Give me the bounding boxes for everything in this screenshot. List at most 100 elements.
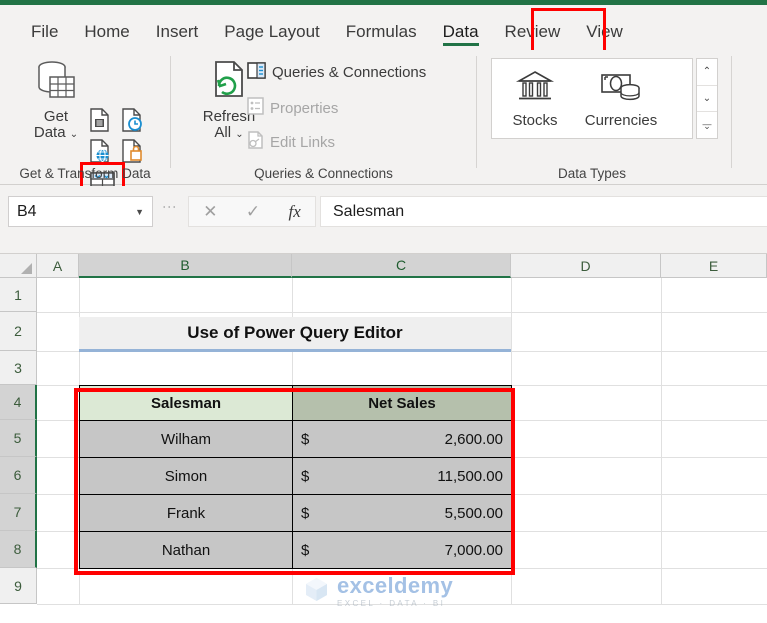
get-data-caret-icon: ⌄ (69, 129, 79, 140)
queries-and-connections-label: Queries & Connections (272, 64, 427, 81)
name-box-value: B4 (17, 202, 37, 220)
refresh-all-caret-icon: ⌄ (235, 129, 244, 140)
formula-bar-area: B4 ▼ ⋮ ✕ ✓ fx Salesman (0, 186, 767, 254)
edit-links-label: Edit Links (270, 133, 336, 151)
get-data-label-line1: Get (43, 108, 69, 125)
table-cell-salesman[interactable]: Nathan (79, 531, 293, 569)
row-header-7[interactable]: 7 (0, 494, 37, 531)
ribbon-tab-formulas[interactable]: Formulas (333, 23, 430, 50)
table-header-cell[interactable]: Net Sales (292, 385, 512, 421)
formula-input-value: Salesman (333, 202, 405, 220)
ribbon-tab-page-layout[interactable]: Page Layout (211, 23, 332, 50)
table-cell-salesman[interactable]: Wilham (79, 420, 293, 458)
gallery-more-icon[interactable]: — ⌄ (697, 112, 717, 138)
exceldemy-logo-icon (303, 576, 330, 608)
properties-label: Properties (270, 99, 339, 117)
get-data-button[interactable]: Get Data ⌄ (24, 58, 88, 143)
select-all-corner[interactable] (0, 254, 37, 278)
row-header-8[interactable]: 8 (0, 531, 37, 568)
column-header-E[interactable]: E (661, 254, 767, 278)
sheet-title-cell[interactable]: Use of Power Query Editor (79, 317, 511, 352)
row-header-5[interactable]: 5 (0, 420, 37, 457)
group-label-get-and-transform-data: Get & Transform Data (19, 166, 151, 181)
row-header-2[interactable]: 2 (0, 312, 37, 351)
row-header-6[interactable]: 6 (0, 457, 37, 494)
edit-links-icon (247, 131, 264, 153)
insert-function-icon[interactable]: fx (289, 202, 301, 222)
group-label-queries-and-connections: Queries & Connections (254, 166, 393, 181)
currencies-icon (599, 69, 643, 110)
ribbon-tab-file[interactable]: File (18, 23, 71, 50)
ribbon-tab-label: Review (504, 22, 561, 41)
table-cell-net-sales[interactable]: $7,000.00 (292, 531, 512, 569)
name-box-dropdown-icon[interactable]: ▼ (135, 207, 144, 217)
net-sales-amount: 2,600.00 (444, 430, 503, 448)
group-label-data-types: Data Types (557, 166, 627, 181)
currencies-label: Currencies (584, 111, 658, 129)
group-data-types: Stocks Currencies ⌃ ⌄ — ⌄ Data Types (486, 50, 767, 185)
net-sales-amount: 7,000.00 (444, 541, 503, 559)
ribbon-tab-label: Insert (155, 22, 199, 41)
gallery-scroll-up-icon[interactable]: ⌃ (697, 59, 717, 86)
group-queries-and-connections: Refresh All ⌄ Queries & Connections Prop… (171, 50, 477, 185)
row-header-9[interactable]: 9 (0, 568, 37, 604)
gridline-horizontal (37, 604, 767, 605)
active-tab-underline (442, 43, 479, 46)
currencies-data-type[interactable]: Currencies (578, 69, 664, 129)
stocks-data-type[interactable]: Stocks (492, 69, 578, 129)
stocks-label: Stocks (512, 111, 558, 129)
ribbon-tab-label: Data (442, 22, 479, 41)
table-cell-net-sales[interactable]: $2,600.00 (292, 420, 512, 458)
ribbon-tab-label: View (586, 22, 623, 41)
ribbon-tab-bar: File Home Insert Page Layout Formulas Data Rev… (0, 5, 767, 53)
stocks-icon (515, 69, 555, 110)
column-header-A[interactable]: A (37, 254, 79, 278)
ribbon-tab-label: Formulas (345, 22, 417, 41)
edit-links-button: Edit Links (247, 131, 335, 153)
ribbon-tab-home[interactable]: Home (71, 23, 142, 50)
refresh-all-icon (206, 58, 252, 109)
data-types-gallery-scrollbar[interactable]: ⌃ ⌄ — ⌄ (696, 58, 718, 139)
column-header-B[interactable]: B (79, 254, 292, 278)
enter-icon[interactable]: ✓ (246, 202, 260, 222)
row-header-1[interactable]: 1 (0, 278, 37, 312)
currency-symbol: $ (301, 504, 310, 522)
queries-and-connections-button[interactable]: Queries & Connections (247, 62, 426, 83)
ribbon: Get Data ⌄ Get & Transform Data Refresh … (0, 50, 767, 205)
table-cell-salesman[interactable]: Frank (79, 494, 293, 532)
ribbon-tab-insert[interactable]: Insert (143, 23, 212, 50)
column-header-C[interactable]: C (292, 254, 511, 278)
ribbon-tab-label: Page Layout (224, 22, 320, 41)
formula-bar-grip[interactable]: ⋮ (162, 200, 178, 214)
properties-icon (247, 97, 264, 119)
from-web-icon[interactable] (88, 138, 112, 169)
ribbon-tab-label: File (31, 22, 59, 41)
name-box[interactable]: B4 ▼ (8, 196, 153, 227)
gridline-horizontal (37, 312, 767, 313)
row-header-3[interactable]: 3 (0, 351, 37, 385)
net-sales-amount: 5,500.00 (444, 504, 503, 522)
table-cell-net-sales[interactable]: $11,500.00 (292, 457, 512, 495)
row-header-4[interactable]: 4 (0, 385, 37, 420)
table-header-cell[interactable]: Salesman (79, 385, 293, 421)
sheet-title-text: Use of Power Query Editor (187, 323, 403, 342)
column-header-D[interactable]: D (511, 254, 661, 278)
gallery-scroll-down-icon[interactable]: ⌄ (697, 86, 717, 113)
group-get-and-transform-data: Get Data ⌄ Get & Transform Data (0, 50, 171, 205)
cancel-icon[interactable]: ✕ (203, 202, 217, 222)
get-data-icon (33, 58, 79, 109)
formula-input[interactable]: Salesman (320, 196, 767, 227)
gridline-vertical (661, 278, 662, 604)
from-text-csv-icon[interactable] (88, 107, 112, 138)
ribbon-tab-data[interactable]: Data (430, 23, 492, 50)
spreadsheet-grid: ABCDE 123456789 Use of Power Query Edito… (0, 254, 767, 623)
from-recent-sources-icon[interactable] (120, 107, 144, 138)
currency-symbol: $ (301, 467, 310, 485)
data-types-gallery[interactable]: Stocks Currencies (491, 58, 693, 139)
ribbon-tab-review[interactable]: Review (492, 23, 574, 50)
net-sales-amount: 11,500.00 (437, 467, 503, 485)
table-cell-net-sales[interactable]: $5,500.00 (292, 494, 512, 532)
ribbon-tab-view[interactable]: View (573, 23, 636, 50)
existing-connections-icon[interactable] (120, 138, 144, 169)
table-cell-salesman[interactable]: Simon (79, 457, 293, 495)
